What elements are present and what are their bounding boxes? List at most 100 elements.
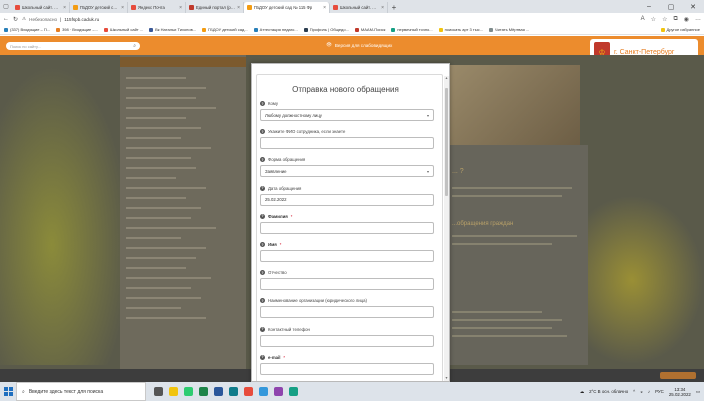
weather-icon[interactable]: ☁ [580, 389, 584, 395]
search-icon[interactable]: ⌕ [133, 43, 136, 49]
help-icon[interactable]: ? [260, 354, 265, 360]
toolbar-right: A ☆ ☆ ⧉ ◉ … [641, 16, 701, 23]
browser-tab[interactable]: Яндекс Почта × [128, 2, 186, 13]
tab-close-icon[interactable]: × [381, 5, 384, 11]
close-window-icon[interactable]: ✕ [682, 0, 704, 13]
volume-icon[interactable]: ♪ [648, 389, 650, 394]
more-menu-icon[interactable]: … [695, 16, 701, 23]
clock[interactable]: 13:34 25.02.2022 [669, 387, 691, 397]
tab-close-icon[interactable]: × [63, 5, 66, 11]
field-select[interactable]: Любому должностному лицу ▾ [260, 109, 434, 121]
favorites-icon[interactable]: ☆ [662, 16, 667, 23]
sidebar-item [126, 207, 201, 209]
field-input[interactable]: 25.02.2022 [260, 193, 434, 206]
browser-tab[interactable]: ГБДОУ детский сад № 115 Фр× [244, 2, 330, 13]
field-input[interactable] [260, 362, 434, 375]
window-menu-icon[interactable]: ▢ [0, 0, 12, 13]
field-input[interactable] [260, 221, 434, 234]
bookmark-item[interactable]: Аттестация педаго... [253, 27, 298, 32]
scroll-down-icon[interactable]: ▼ [444, 376, 449, 381]
bookmark-label: Читать Мёртвая ... [494, 27, 530, 32]
bookmark-item[interactable]: МААМ-Поиск [354, 27, 385, 32]
favorite-star-icon[interactable]: ☆ [651, 16, 656, 23]
taskbar-search-input[interactable]: ⌕ Введите здесь текст для поиска [16, 382, 146, 401]
maximize-icon[interactable]: ▢ [660, 0, 682, 13]
modal-scrollbar[interactable]: ▲ ▼ [444, 76, 449, 381]
app-icon[interactable] [289, 387, 298, 396]
notifications-icon[interactable]: ▭ [696, 389, 700, 395]
help-icon[interactable]: ? [260, 129, 265, 135]
url-field[interactable]: ⚠ Небезопасно | 115fspb.caduk.ru [22, 16, 99, 22]
bookmark-label: ГБДОУ детский сад... [208, 27, 248, 32]
help-icon[interactable]: ? [260, 270, 265, 276]
profile-icon[interactable]: ◉ [684, 16, 689, 23]
scroll-up-icon[interactable]: ▲ [444, 76, 449, 81]
cookie-accept-button[interactable] [660, 372, 696, 379]
bookmark-item[interactable]: Читать Мёртвая ... [488, 27, 530, 32]
bookmark-item[interactable]: Вк Натальи Тихонов... [149, 27, 196, 32]
field-label-text: Фамилия [268, 213, 288, 219]
app-icon[interactable] [244, 387, 253, 396]
word-icon[interactable] [214, 387, 223, 396]
app-icon[interactable] [274, 387, 283, 396]
low-vision-link[interactable]: 👁 Версия для слабовидящих [326, 42, 392, 48]
window-controls: – ▢ ✕ [638, 0, 704, 13]
bookmark-item[interactable]: Школьный сайт ... [103, 27, 143, 32]
bookmark-item[interactable]: ГБДОУ детский сад... [202, 27, 248, 32]
help-icon[interactable]: ? [260, 185, 265, 191]
browser-tab[interactable]: Единый портал (руководител× [186, 2, 244, 13]
bookmark-item[interactable]: 398 · Входящие –... [56, 27, 98, 32]
scroll-thumb[interactable] [445, 88, 448, 196]
site-search-input[interactable]: Поиск по сайту... ⌕ [6, 42, 140, 50]
help-icon[interactable]: ? [260, 101, 265, 106]
refresh-icon[interactable]: ↻ [13, 16, 18, 23]
minimize-icon[interactable]: – [638, 0, 660, 13]
back-icon[interactable]: ← [3, 16, 9, 22]
bookmark-item[interactable]: поискать арт 3 тыс... [438, 27, 483, 32]
language-indicator[interactable]: РУС [655, 389, 664, 394]
field-input[interactable] [260, 334, 434, 347]
edge-icon[interactable] [229, 387, 238, 396]
field-input[interactable] [260, 250, 434, 262]
field-input[interactable] [260, 137, 434, 150]
field-label-text: Укажите ФИО сотрудника, если знаете [268, 129, 346, 135]
help-icon[interactable]: ? [260, 213, 265, 219]
tab-close-icon[interactable]: × [121, 5, 124, 11]
excel-icon[interactable] [199, 387, 208, 396]
bg-heading-1: ... ? [452, 168, 464, 175]
help-icon[interactable]: ? [260, 326, 265, 332]
bookmark-item[interactable]: Профиль | Общедо... [303, 27, 349, 32]
weather-text[interactable]: 2°C В осн. облачно [589, 389, 628, 394]
field-input[interactable] [260, 306, 434, 319]
start-button[interactable] [0, 382, 16, 401]
browser-tab[interactable]: Школьный сайт. Профиль× [330, 2, 388, 13]
browser-tab[interactable]: ГБДОУ детский сад № 115 Фр× [70, 2, 128, 13]
tab-close-icon[interactable]: × [323, 5, 326, 11]
new-tab-button[interactable]: + [388, 2, 400, 13]
bookmark-label: первичный точно... [397, 27, 433, 32]
other-bookmarks[interactable]: Другое избранное [660, 27, 700, 32]
sidebar-item [126, 317, 206, 319]
network-icon[interactable]: ◒ [640, 389, 643, 394]
tab-close-icon[interactable]: × [237, 5, 240, 11]
file-explorer-icon[interactable] [169, 387, 178, 396]
browser-tab[interactable]: Школьный сайт. Профиль× [12, 2, 70, 13]
help-icon[interactable]: ? [260, 157, 265, 163]
field-value: 25.02.2022 [265, 197, 287, 203]
read-aloud-icon[interactable]: A [641, 16, 645, 23]
collections-icon[interactable]: ⧉ [673, 16, 677, 23]
tab-close-icon[interactable]: × [179, 5, 182, 11]
bookmark-item[interactable]: (337) Входящие – П... [4, 27, 50, 32]
app-icon[interactable] [259, 387, 268, 396]
help-icon[interactable]: ? [260, 298, 265, 304]
field-select[interactable]: Заявление ▾ [260, 165, 434, 178]
help-icon[interactable]: ? [260, 242, 265, 247]
field-input[interactable] [260, 278, 434, 291]
task-view-icon[interactable] [154, 387, 163, 396]
bookmark-item[interactable]: первичный точно... [391, 27, 433, 32]
chevron-up-icon[interactable]: ^ [633, 389, 635, 394]
windows-taskbar: ⌕ Введите здесь текст для поиска ☁ 2°C В… [0, 382, 704, 401]
bookmark-label: Вк Натальи Тихонов... [155, 27, 197, 32]
bookmark-label: (337) Входящие – П... [10, 27, 51, 32]
app-icon[interactable] [184, 387, 193, 396]
